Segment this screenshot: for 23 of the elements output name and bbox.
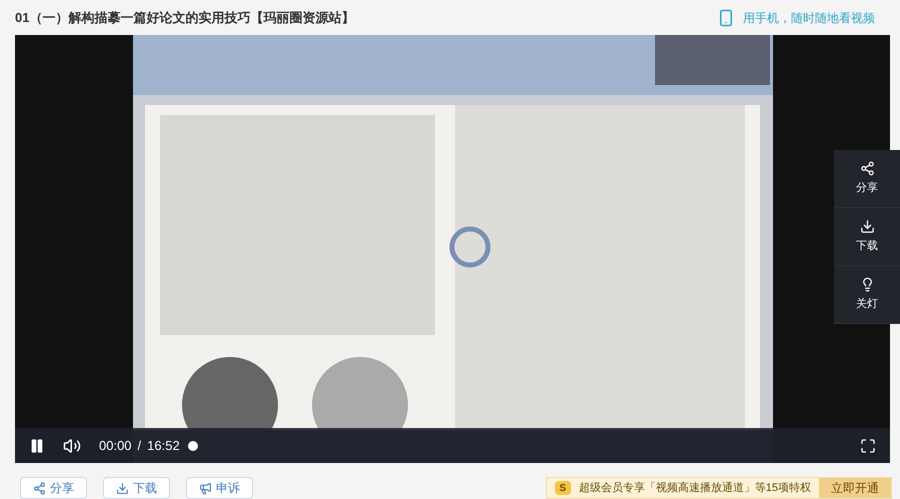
volume-button[interactable]: [63, 436, 81, 454]
download-icon: [116, 482, 129, 494]
action-button[interactable]: 申诉: [186, 477, 253, 499]
download-icon: [860, 218, 874, 234]
share-icon: [33, 482, 46, 494]
time-separator: /: [138, 436, 142, 455]
promo-text: 超级会员专享「视频高速播放通道」等15项特权: [578, 480, 812, 496]
phone-icon: [717, 8, 735, 26]
pause-button[interactable]: [29, 438, 45, 454]
vip-badge: S: [554, 481, 571, 495]
share-icon: [860, 160, 874, 176]
megaphone-icon: [199, 482, 212, 494]
current-time: 00:00: [99, 436, 132, 455]
duration: 16:52: [147, 436, 180, 455]
side-action-button[interactable]: 关灯: [834, 266, 900, 324]
activate-button[interactable]: 立即开通: [819, 478, 891, 498]
fullscreen-button[interactable]: [860, 438, 876, 454]
action-button[interactable]: 分享: [20, 477, 87, 499]
progress-thumb[interactable]: [188, 440, 198, 450]
video-title: 01（一）解构描摹一篇好论文的实用技巧【玛丽圈资源站】: [15, 8, 354, 27]
side-action-button[interactable]: 下载: [834, 208, 900, 266]
action-button[interactable]: 下载: [103, 477, 170, 499]
side-action-button[interactable]: 分享: [834, 150, 900, 208]
